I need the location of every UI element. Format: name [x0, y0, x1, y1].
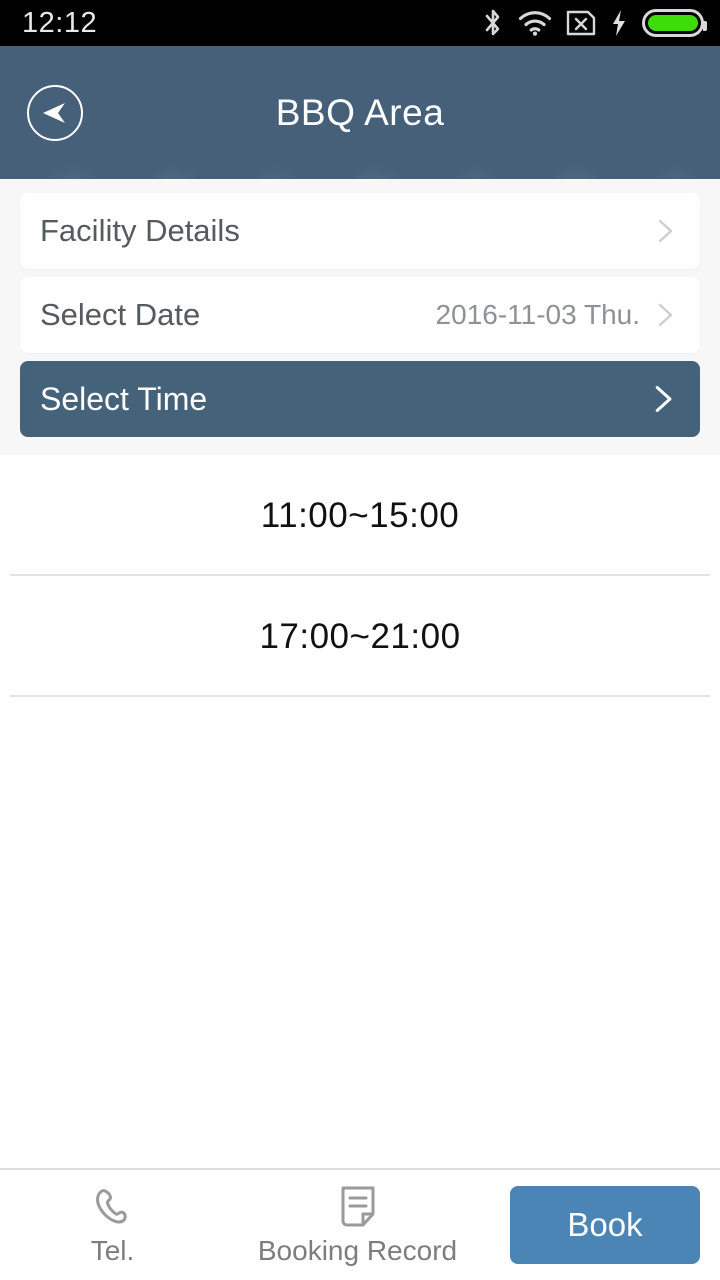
option-card-list: Facility Details Select Date 2016-11-03 …: [0, 179, 720, 455]
card-label: Select Date: [40, 297, 201, 332]
book-button[interactable]: Book: [510, 1186, 700, 1264]
page-header: BBQ Area: [0, 46, 720, 179]
battery-icon: [642, 9, 707, 37]
time-slot-item[interactable]: 17:00~21:00: [0, 576, 720, 697]
time-slot-label: 17:00~21:00: [259, 616, 461, 656]
card-select-time[interactable]: Select Time: [20, 361, 700, 437]
battery-fill: [648, 15, 698, 31]
tel-button[interactable]: Tel.: [0, 1184, 225, 1267]
book-button-label: Book: [567, 1206, 643, 1243]
card-facility-details[interactable]: Facility Details: [20, 193, 700, 269]
status-bar: 12:12: [0, 0, 720, 46]
document-icon: [337, 1184, 379, 1230]
status-time: 12:12: [22, 6, 98, 39]
status-icons: [482, 8, 707, 38]
phone-icon: [90, 1184, 136, 1230]
card-label: Facility Details: [40, 213, 240, 248]
booking-record-label: Booking Record: [257, 1234, 458, 1266]
time-slot-item[interactable]: 11:00~15:00: [0, 455, 720, 576]
card-select-date[interactable]: Select Date 2016-11-03 Thu.: [20, 277, 700, 353]
app-screen: 12:12 BBQ Area Facility Details Select D…: [0, 0, 720, 1280]
booking-record-button[interactable]: Booking Record: [225, 1184, 490, 1267]
chevron-right-icon: [652, 218, 678, 244]
back-arrow-icon[interactable]: [27, 84, 83, 141]
time-slot-label: 11:00~15:00: [260, 495, 460, 535]
chevron-right-icon: [652, 302, 678, 328]
chevron-right-icon: [648, 384, 678, 414]
page-title: BBQ Area: [275, 91, 445, 133]
time-slot-list: 11:00~15:00 17:00~21:00: [0, 455, 720, 1168]
card-label: Select Time: [40, 380, 208, 417]
charging-bolt-icon: [610, 9, 628, 37]
wifi-icon: [518, 10, 552, 36]
bottom-action-bar: Tel. Booking Record Book: [0, 1168, 720, 1280]
bluetooth-icon: [482, 8, 504, 38]
selected-date-value: 2016-11-03 Thu.: [435, 299, 640, 330]
sim-x-icon: [566, 8, 596, 38]
tel-label: Tel.: [90, 1234, 135, 1266]
